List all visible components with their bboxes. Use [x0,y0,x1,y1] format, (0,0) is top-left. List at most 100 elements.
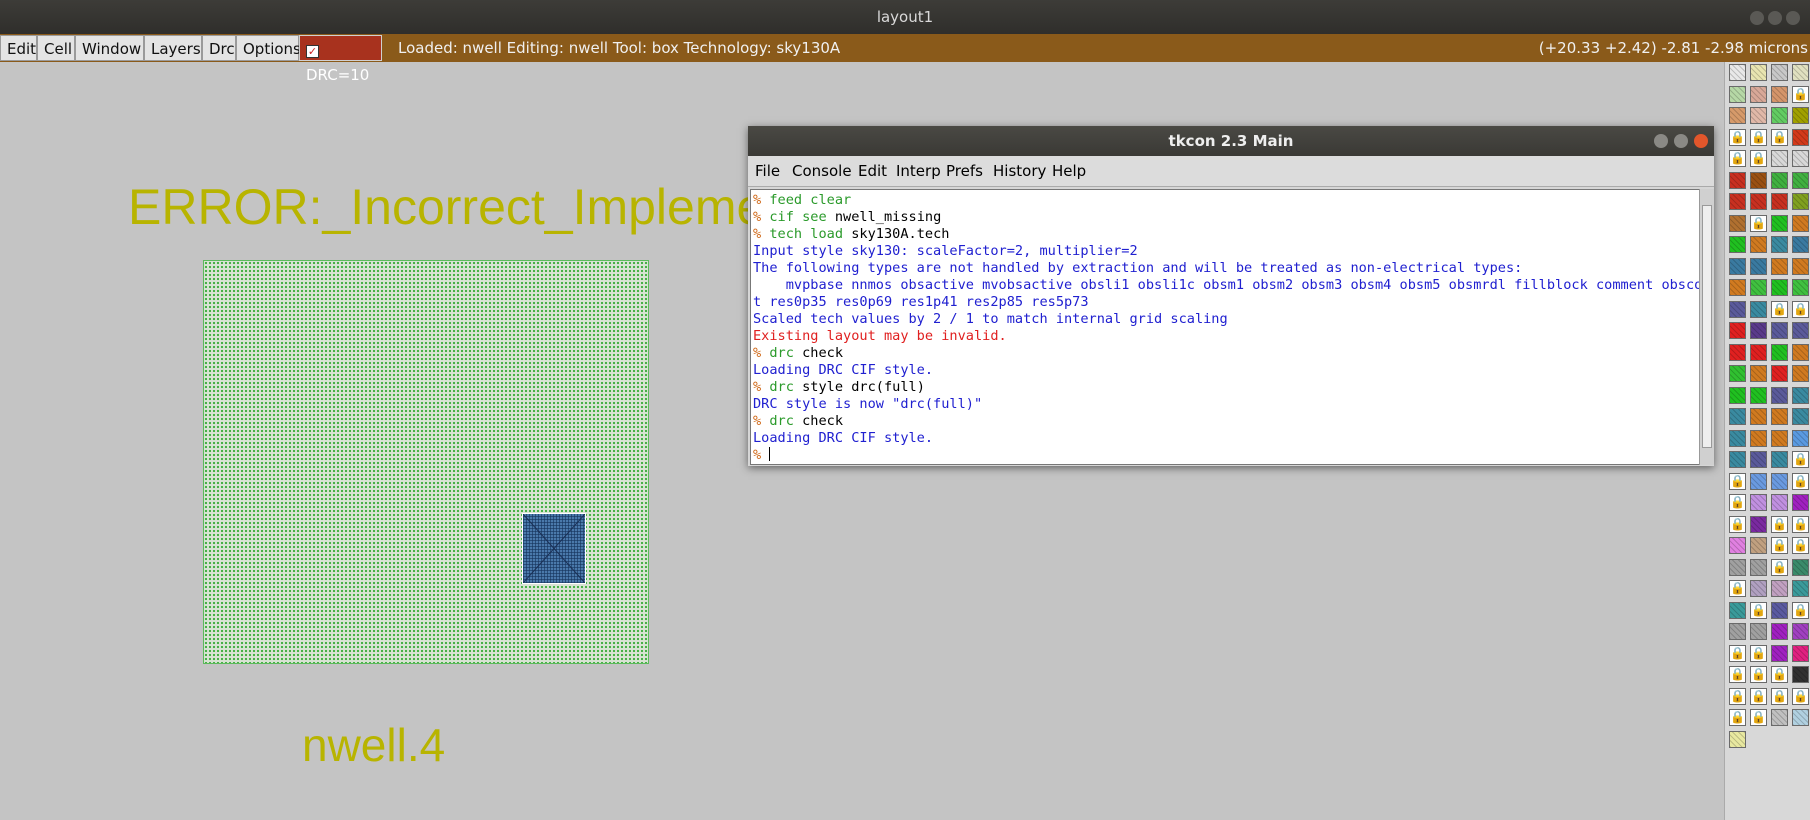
console-scrollbar[interactable] [1699,189,1714,465]
tkcon-menu-prefs[interactable]: Prefs [946,156,983,186]
layer-swatch[interactable] [1750,408,1767,425]
tkcon-menu-help[interactable]: Help [1052,156,1086,186]
layer-swatch[interactable] [1729,558,1746,576]
layer-swatch[interactable] [1750,171,1767,189]
layer-lock-icon[interactable]: 🔒 [1792,601,1809,619]
layer-swatch[interactable] [1750,279,1767,296]
tkcon-close-icon[interactable] [1694,134,1708,148]
layer-lock-icon[interactable]: 🔒 [1750,644,1767,662]
layer-lock-icon[interactable]: 🔒 [1771,128,1788,146]
layer-swatch[interactable] [1729,365,1746,382]
layer-swatch[interactable] [1792,644,1809,662]
layer-swatch[interactable] [1729,279,1746,296]
layer-lock-icon[interactable]: 🔒 [1750,601,1767,619]
layer-swatch[interactable] [1771,709,1788,726]
layer-lock-icon[interactable]: 🔒 [1792,537,1809,554]
layer-lock-icon[interactable]: 🔒 [1771,515,1788,533]
layer-swatch[interactable] [1792,279,1809,296]
layer-swatch[interactable] [1750,472,1767,490]
layer-lock-icon[interactable]: 🔒 [1750,666,1767,683]
layer-swatch[interactable] [1771,494,1788,511]
layer-lock-icon[interactable]: 🔒 [1729,515,1746,533]
console-output[interactable]: % feed clear% cif see nwell_missing% tec… [750,189,1711,465]
layer-lock-icon[interactable]: 🔒 [1729,128,1746,146]
layer-swatch[interactable] [1792,623,1809,640]
layer-swatch[interactable] [1771,171,1788,189]
layer-lock-icon[interactable]: 🔒 [1771,300,1788,318]
tkcon-menu-interp[interactable]: Interp [896,156,941,186]
layer-swatch[interactable] [1729,386,1746,404]
layer-swatch[interactable] [1771,257,1788,275]
layer-swatch[interactable] [1729,730,1746,748]
layer-swatch[interactable] [1729,408,1746,425]
layer-lock-icon[interactable]: 🔒 [1729,150,1746,167]
layer-lock-icon[interactable]: 🔒 [1792,85,1809,103]
layer-swatch[interactable] [1750,107,1767,124]
layer-swatch[interactable] [1792,150,1809,167]
layer-swatch[interactable] [1792,558,1809,576]
layer-swatch[interactable] [1750,257,1767,275]
layer-swatch[interactable] [1792,128,1809,146]
maximize-icon[interactable] [1768,11,1782,25]
layer-swatch[interactable] [1729,623,1746,640]
layer-lock-icon[interactable]: 🔒 [1771,558,1788,576]
layer-swatch[interactable] [1792,64,1809,81]
layer-swatch[interactable] [1750,623,1767,640]
layer-swatch[interactable] [1771,343,1788,361]
layer-swatch[interactable] [1771,472,1788,490]
layer-swatch[interactable] [1792,365,1809,382]
layer-swatch[interactable] [1792,580,1809,597]
layer-lock-icon[interactable]: 🔒 [1792,687,1809,705]
tkcon-menu-edit[interactable]: Edit [858,156,887,186]
layer-swatch[interactable] [1771,279,1788,296]
layer-swatch[interactable] [1729,429,1746,447]
layer-swatch[interactable] [1729,236,1746,253]
layer-lock-icon[interactable]: 🔒 [1729,494,1746,511]
layer-swatch[interactable] [1792,429,1809,447]
layer-swatch[interactable] [1750,558,1767,576]
layer-swatch[interactable] [1729,64,1746,81]
layer-lock-icon[interactable]: 🔒 [1750,709,1767,726]
layer-swatch[interactable] [1771,193,1788,210]
nwell-shape[interactable] [203,260,649,664]
layer-swatch[interactable] [1750,494,1767,511]
layer-swatch[interactable] [1792,343,1809,361]
layer-swatch[interactable] [1792,193,1809,210]
layer-swatch[interactable] [1792,171,1809,189]
layer-swatch[interactable] [1771,408,1788,425]
layer-swatch[interactable] [1750,515,1767,533]
tkcon-maximize-icon[interactable] [1674,134,1688,148]
layer-swatch[interactable] [1792,408,1809,425]
layer-lock-icon[interactable]: 🔒 [1750,687,1767,705]
layer-swatch[interactable] [1792,322,1809,339]
layer-swatch[interactable] [1750,300,1767,318]
layer-swatch[interactable] [1771,64,1788,81]
layer-swatch[interactable] [1771,85,1788,103]
layer-swatch[interactable] [1750,386,1767,404]
layer-lock-icon[interactable]: 🔒 [1792,515,1809,533]
scrollbar-thumb[interactable] [1702,205,1712,448]
layer-swatch[interactable] [1771,429,1788,447]
layer-swatch[interactable] [1729,300,1746,318]
menu-drc[interactable]: Drc [202,35,236,61]
contact-shape[interactable] [522,513,586,584]
layer-swatch[interactable] [1771,623,1788,640]
layer-lock-icon[interactable]: 🔒 [1792,472,1809,490]
layer-swatch[interactable] [1771,386,1788,404]
layer-swatch[interactable] [1792,107,1809,124]
tkcon-menu-history[interactable]: History [993,156,1046,186]
layer-swatch[interactable] [1750,429,1767,447]
layer-swatch[interactable] [1729,214,1746,232]
layer-swatch[interactable] [1750,193,1767,210]
layer-swatch[interactable] [1750,365,1767,382]
tkcon-menu-console[interactable]: Console [792,156,852,186]
minimize-icon[interactable] [1750,11,1764,25]
layer-lock-icon[interactable]: 🔒 [1729,580,1746,597]
layer-swatch[interactable] [1771,236,1788,253]
layer-lock-icon[interactable]: 🔒 [1729,666,1746,683]
tkcon-minimize-icon[interactable] [1654,134,1668,148]
layer-swatch[interactable] [1750,537,1767,554]
layer-swatch[interactable] [1792,666,1809,683]
layer-swatch[interactable] [1750,451,1767,468]
layer-swatch[interactable] [1771,214,1788,232]
